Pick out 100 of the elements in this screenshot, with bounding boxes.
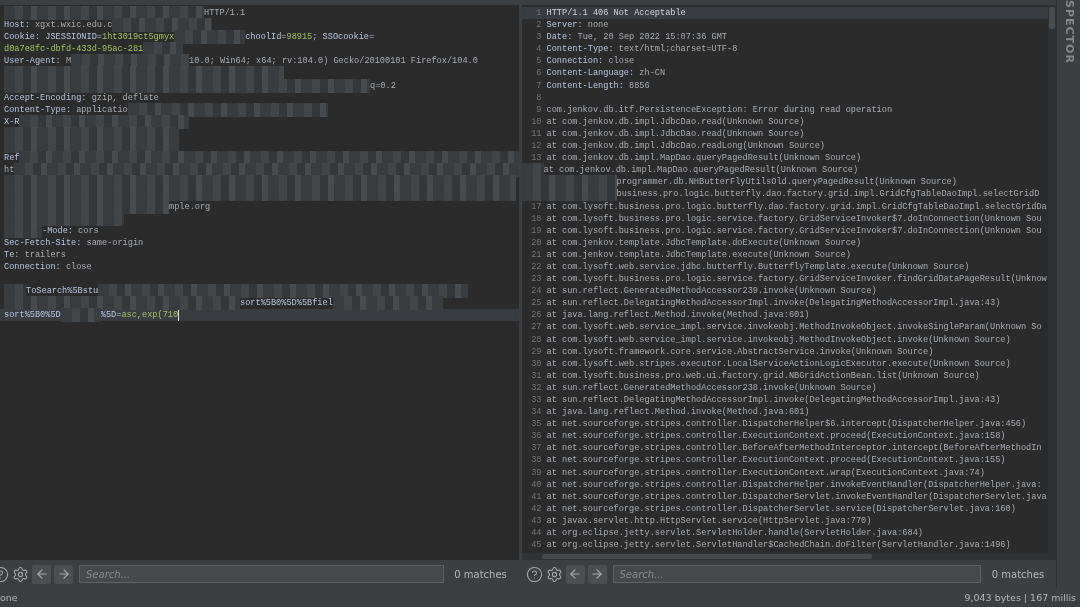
scrollbar[interactable]: [1048, 5, 1056, 553]
code-text: at net.sourceforge.stripes.controller.DispatcherServlet.invokeEventHandler(DispatcherServlet.java: [546, 490, 1047, 503]
code-text: applicatio: [75, 103, 128, 116]
header-text: Host:: [4, 19, 30, 32]
header-text: Content-Language:: [546, 67, 635, 80]
code-text: at org.eclipse.jetty.servlet.ServletHolder.handle(ServletHolder.java:684): [546, 527, 923, 540]
next-button[interactable]: [587, 564, 607, 584]
header-text: Sec-Fetch-Site:: [4, 236, 82, 249]
code-text: at java.lang.reflect.Method.invoke(Method.java:601): [546, 406, 810, 419]
code-text: at sun.reflect.GeneratedMethodAccessor239.invoke(Unknown Source): [546, 285, 877, 298]
code-text: at sun.reflect.GeneratedMethodAccessor238.invoke(Unknown Source): [546, 381, 877, 394]
line-number: 41: [530, 490, 543, 503]
line-number: 24: [530, 285, 543, 298]
code-text: at com.jenkov.template.JdbcTemplate.doExecute(Unknown Source): [546, 236, 862, 249]
header-text: sort%5B0%5D%5Bfiel: [240, 297, 333, 310]
code-text: M: [64, 55, 72, 68]
line-number: 43: [530, 514, 543, 528]
line-number: 6: [535, 67, 543, 80]
line-number: 19: [530, 224, 543, 237]
line-number: 33: [530, 394, 543, 407]
help-icon[interactable]: [525, 564, 543, 584]
code-text: at net.sourceforge.stripes.controller.ExecutionContext.proceed(ExecutionContext.java:158): [546, 430, 1006, 443]
code-text: Tue, 20 Sep 2022 15:07:36 GMT: [576, 31, 728, 44]
header-text: ToSearch%5Bstu: [26, 285, 99, 298]
code-text: at sun.reflect.DelegatingMethodAccessorImpl.invoke(DelegatingMethodAccessorImpl.java:43): [546, 394, 1001, 407]
code-text: d0a7e8fc-dbfd-433d-95ac-281: [4, 43, 144, 56]
previous-button[interactable]: [32, 564, 51, 584]
inspector-tab[interactable]: SPECTOR: [1061, 0, 1076, 64]
response-editor[interactable]: [521, 5, 1056, 553]
code-text: 10.0; Win64; x64; rv:104.0) Gecko/20100101 Firefox/104.0: [189, 55, 478, 68]
code-text: com.jenkov.db.itf.PersistenceException: Error during read operation: [546, 103, 893, 116]
text-cursor: [178, 310, 180, 322]
header-text: Ref: [4, 152, 20, 165]
line-number: 13: [530, 152, 543, 165]
line-number: 11: [530, 127, 543, 141]
code-text: at net.sourceforge.stripes.controller.DispatcherServlet.service(DispatcherServlet.java:160): [546, 502, 1016, 515]
code-text: same-origin: [85, 236, 144, 249]
line-number: 5: [535, 55, 543, 68]
code-text: at com.lysoft.business.pro.logic.service.factory.GridServiceInvoker.findGridDataPageResult(Unknow: [546, 273, 1047, 286]
code-text: gzip, deflate: [90, 91, 159, 104]
search-field[interactable]: Search...: [79, 565, 444, 583]
code-text: at com.jenkov.db.impl.JdbcDao.readLong(Unknown Source): [546, 140, 825, 153]
header-text: %5D=: [100, 309, 122, 322]
match-count: 0 matches: [453, 568, 508, 580]
line-number: 30: [530, 357, 543, 370]
code-text: at com.lysoft.business.pro.logic.service.factory.GridServiceInvoker$7.doInConnection(Unknown Sou: [546, 224, 1042, 237]
line-number: 20: [530, 236, 543, 249]
header-text: Connection:: [4, 260, 61, 274]
horizontal-scrollbar[interactable]: [521, 553, 1056, 560]
previous-button[interactable]: [565, 564, 585, 584]
code-text: at com.lysoft.business.pro.logic.butterfly.dao.factory.grid.impl.GridCfgTableDaoImpl.selectGridDa: [546, 200, 1047, 213]
code-text: 98915: [286, 31, 313, 44]
code-text: at net.sourceforge.stripes.controller.ExecutionContext.wrap(ExecutionContext.java:74): [546, 466, 985, 479]
code-text: at com.lysoft.web.service_impl.service.invokeobj.MethodInvokeObject.invokeSingleParam(Unknown So: [546, 321, 1042, 334]
settings-icon[interactable]: [545, 564, 563, 584]
header-text: Accept-Encoding:: [4, 91, 87, 104]
code-text: cors: [77, 224, 99, 237]
code-text: close: [64, 260, 92, 274]
code-text: xgxt.wxic.edu.c: [33, 19, 113, 32]
code-text: programmer.db.NHButterFlyUtilsOld.queryPagedResult(Unknown Source): [616, 176, 957, 189]
code-text: at net.sourceforge.stripes.controller.BeforeAfterMethodInterceptor.intercept(BeforeAfterMethodIn: [546, 442, 1042, 455]
code-text: HTTP/1.1 406 Not Acceptable: [546, 7, 686, 20]
code-text: at com.jenkov.db.impl.JdbcDao.read(Unknown Source): [546, 115, 805, 128]
line-number: 32: [530, 381, 543, 394]
code-text: at com.lysoft.web.stripes.executor.LocalServiceActionLogicExecutor.execute(Unknown Source): [546, 357, 1011, 370]
code-text: at javax.servlet.http.HttpServlet.service(HttpServlet.java:770): [546, 514, 872, 528]
header-text: -Mode:: [42, 224, 73, 237]
code-text: at com.jenkov.db.impl.MapDao.queryPagedResult(Unknown Source): [546, 152, 862, 165]
code-text: business.pro.logic.butterfly.dao.factory.grid.impl.GridCfgTableDaoImpl.selectGridD: [616, 188, 1040, 201]
next-button[interactable]: [54, 564, 73, 584]
line-number: 10: [530, 115, 543, 128]
code-text: 8856: [628, 79, 650, 92]
line-number: 31: [530, 369, 543, 382]
line-number: 34: [530, 406, 543, 419]
line-number: 21: [530, 248, 543, 261]
line-number: 35: [530, 418, 543, 431]
line-number: 45: [530, 539, 543, 552]
arrow-right-icon: [590, 567, 604, 581]
line-number: 12: [530, 140, 543, 153]
code-text: q=0.2: [370, 79, 396, 92]
header-text: Date:: [546, 31, 573, 44]
line-number: 44: [530, 527, 543, 540]
code-text: at com.jenkov.db.impl.MapDao.queryPagedResult(Unknown Source): [543, 164, 859, 177]
status-text: one: [0, 592, 18, 603]
line-number: 42: [530, 502, 543, 515]
code-text: at sun.reflect.DelegatingMethodAccessorImpl.invoke(DelegatingMethodAccessorImpl.java:43): [546, 297, 1001, 310]
code-text: at com.lysoft.business.pro.logic.service.factory.GridServiceInvoker$7.doInConnection(Unknown Sou: [546, 212, 1042, 225]
search-field[interactable]: Search...: [612, 565, 981, 583]
code-text: asc,exp(710: [121, 309, 179, 322]
line-number: 2: [535, 19, 543, 32]
header-text: Content-Length:: [546, 79, 624, 92]
line-number: 39: [530, 466, 543, 479]
settings-icon[interactable]: [12, 564, 29, 584]
line-number: 22: [530, 260, 543, 274]
code-text: at com.lysoft.business.pro.web.ui.factory.grid.NBGridActionBean.list(Unknown Source): [546, 369, 980, 382]
line-number: 29: [530, 345, 543, 358]
line-number: 4: [535, 43, 543, 56]
header-text: ; SSOcookie=: [312, 31, 375, 44]
line-number: 36: [530, 430, 543, 443]
line-number: 27: [530, 321, 543, 334]
